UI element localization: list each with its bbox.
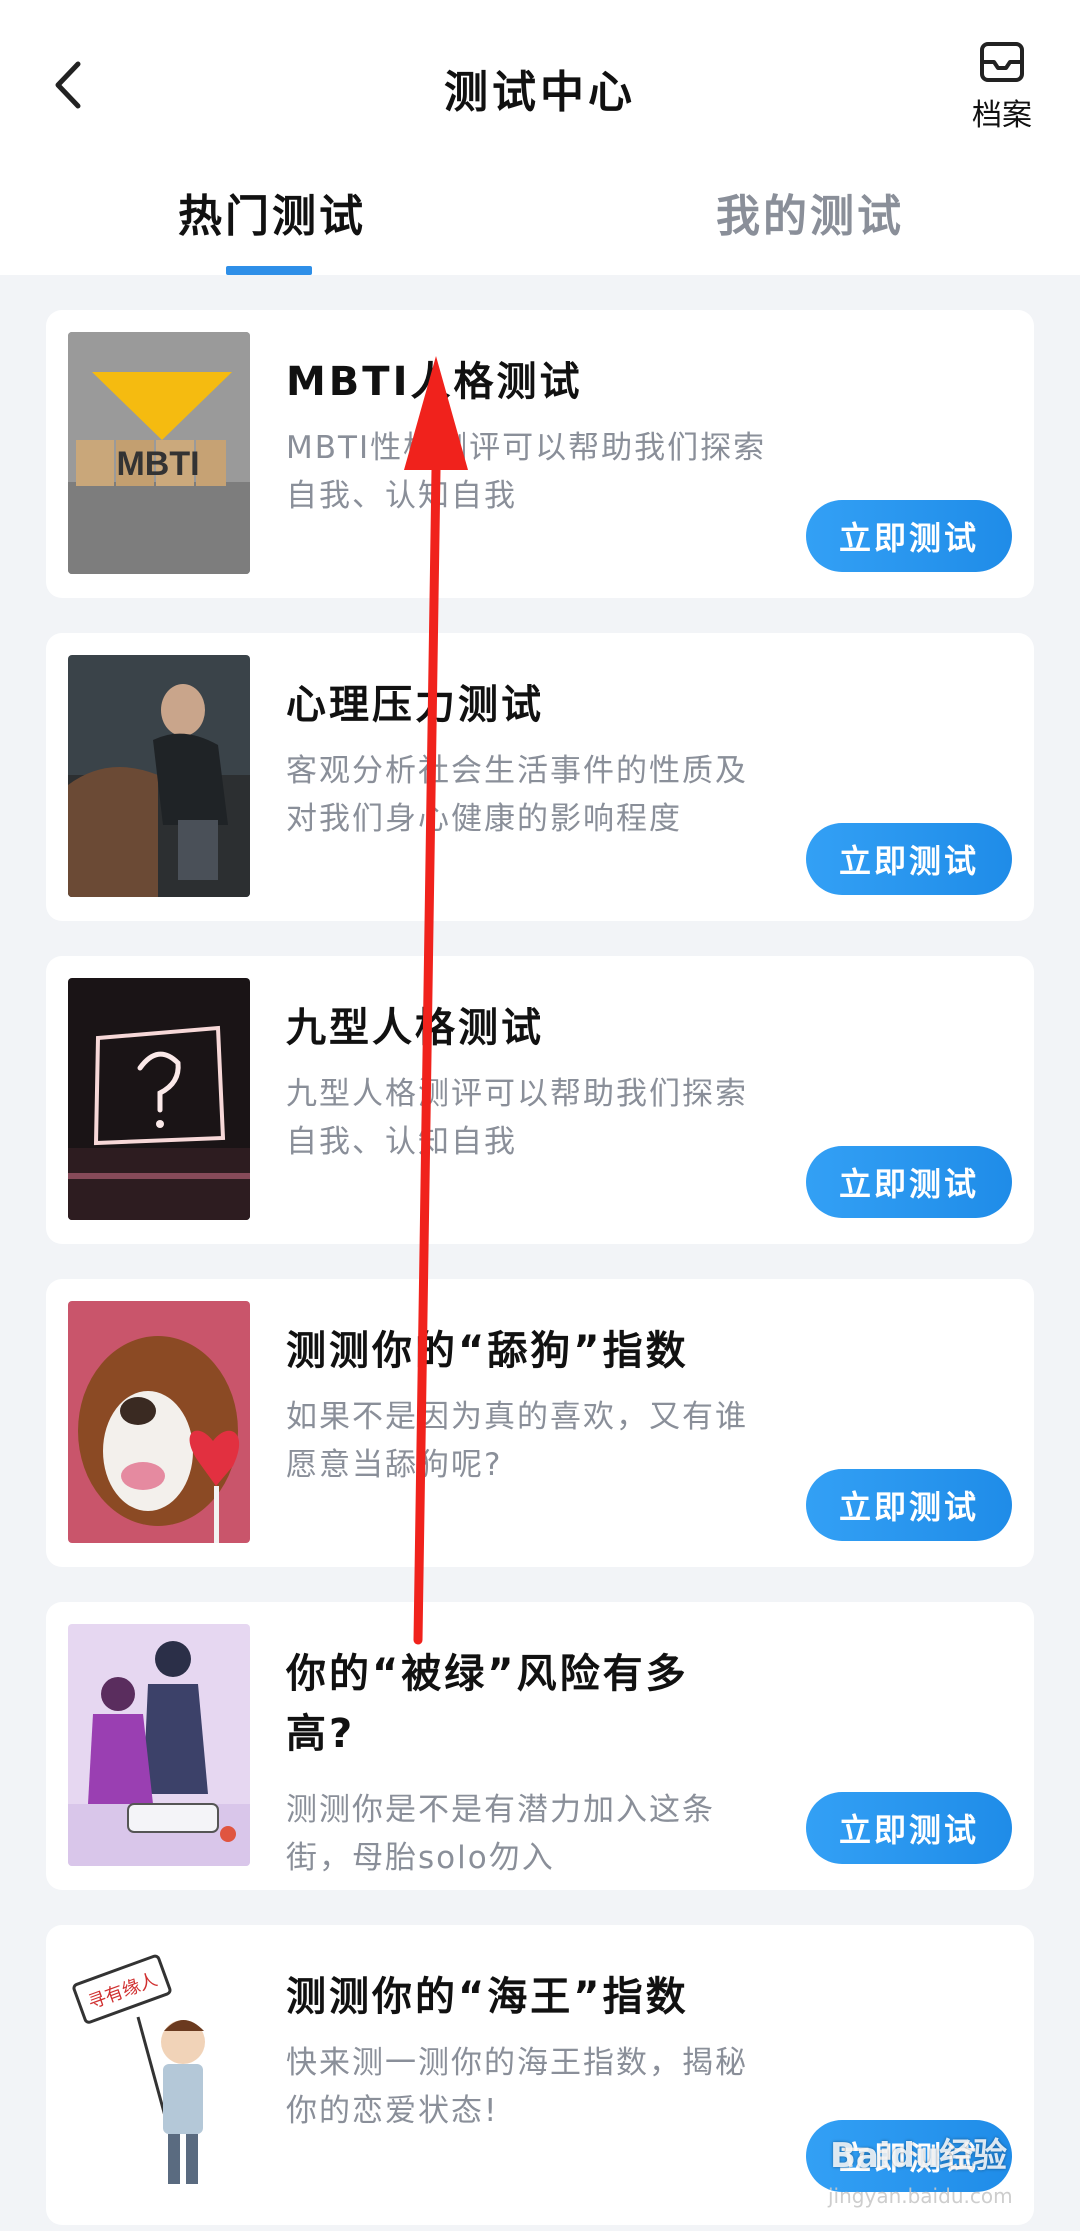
test-card-cheated-risk[interactable]: 你的“被绿”风险有多 高? 测测你是不是有潜力加入这条 街，母胎solo勿入 立… [46, 1602, 1034, 1890]
archive-label: 档案 [972, 98, 1032, 133]
card-desc-line2: 自我、认知自我 [286, 478, 517, 514]
card-desc-line1: MBTI性格测评可以帮助我们探索 [286, 430, 767, 466]
watermark-url: jingyan.baidu.com [828, 2184, 1013, 2208]
card-title: 测测你的“海王”指数 [286, 1974, 689, 2020]
card-title-line2: 高? [286, 1711, 356, 1757]
card-desc-line2: 街，母胎solo勿入 [286, 1840, 555, 1876]
start-test-button[interactable]: 立即测试 [806, 1792, 1012, 1864]
couple-thumbnail [68, 1624, 250, 1866]
card-desc-line1: 如果不是因为真的喜欢，又有谁 [286, 1399, 748, 1435]
test-card-dog[interactable]: 测测你的“舔狗”指数 如果不是因为真的喜欢，又有谁 愿意当舔狗呢? 立即测试 [46, 1279, 1034, 1567]
card-desc-line2: 愿意当舔狗呢? [286, 1447, 503, 1483]
archive-button[interactable]: 档案 [966, 40, 1038, 136]
dog-thumbnail [68, 1301, 250, 1543]
watermark-brand: Baidu经验 [830, 2136, 1008, 2176]
card-desc-line2: 自我、认知自我 [286, 1124, 517, 1160]
test-card-stress[interactable]: 心理压力测试 客观分析社会生活事件的性质及 对我们身心健康的影响程度 立即测试 [46, 633, 1034, 921]
card-desc-line1: 测测你是不是有潜力加入这条 [286, 1792, 715, 1828]
card-title: 心理压力测试 [286, 682, 544, 728]
test-card-sea-king[interactable]: 寻有缘人 测测你的“海王”指数 快来测一测你的海王指数，揭秘 你的恋爱状态! 立… [46, 1925, 1034, 2225]
sign-boy-thumbnail: 寻有缘人 [68, 1947, 250, 2189]
card-title: 九型人格测试 [286, 1005, 544, 1051]
top-bar: 测试中心 档案 热门测试 我的测试 [0, 0, 1080, 275]
card-title: MBTI人格测试 [286, 359, 583, 405]
stress-thumbnail [68, 655, 250, 897]
page-title: 测试中心 [444, 67, 636, 118]
active-tab-indicator [226, 266, 312, 275]
start-test-button[interactable]: 立即测试 [806, 823, 1012, 895]
test-card-mbti[interactable]: MBTI MBTI人格测试 MBTI性格测评可以帮助我们探索 自我、认知自我 立… [46, 310, 1034, 598]
tab-hot-tests[interactable]: 热门测试 [178, 180, 366, 244]
tab-my-tests[interactable]: 我的测试 [716, 180, 904, 244]
card-title: 测测你的“舔狗”指数 [286, 1328, 689, 1374]
card-desc-line2: 对我们身心健康的影响程度 [286, 801, 682, 837]
card-desc-line1: 九型人格测评可以帮助我们探索 [286, 1076, 748, 1112]
inbox-icon [980, 42, 1024, 82]
card-desc-line1: 客观分析社会生活事件的性质及 [286, 753, 748, 789]
start-test-button[interactable]: 立即测试 [806, 1146, 1012, 1218]
mbti-blocks-label: MBTI [116, 445, 199, 483]
start-test-button[interactable]: 立即测试 [806, 500, 1012, 572]
test-card-enneagram[interactable]: 九型人格测试 九型人格测评可以帮助我们探索 自我、认知自我 立即测试 [46, 956, 1034, 1244]
mbti-thumbnail: MBTI [68, 332, 250, 574]
card-title-line1: 你的“被绿”风险有多 [286, 1651, 689, 1697]
card-desc-line2: 你的恋爱状态! [286, 2093, 499, 2129]
start-test-button[interactable]: 立即测试 [806, 1469, 1012, 1541]
card-desc-line1: 快来测一测你的海王指数，揭秘 [286, 2045, 748, 2081]
enneagram-thumbnail [68, 978, 250, 1220]
